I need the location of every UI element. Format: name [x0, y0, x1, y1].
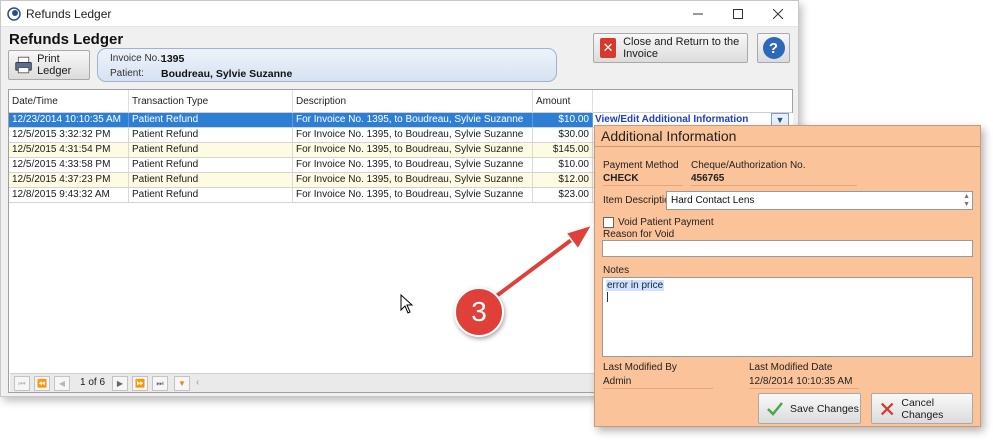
last-modified-by-label: Last Modified By — [603, 362, 677, 373]
mouse-cursor-icon — [400, 294, 414, 314]
column-header-amount[interactable]: Amount — [533, 90, 593, 113]
cell-amount: $23.00 — [533, 188, 593, 202]
close-window-button[interactable] — [758, 1, 798, 27]
invoice-number-value: 1395 — [161, 53, 185, 65]
last-modified-date-label: Last Modified Date — [749, 362, 833, 373]
column-header-datetime[interactable]: Date/Time — [9, 90, 129, 113]
divider — [603, 388, 713, 389]
prev-page-button[interactable]: ◀ — [54, 376, 70, 391]
text-caret — [607, 292, 608, 302]
divider — [749, 388, 859, 389]
minimize-icon — [693, 13, 703, 15]
column-header-transaction-type[interactable]: Transaction Type — [129, 90, 293, 113]
printer-icon — [15, 56, 32, 74]
page-title: Refunds Ledger — [9, 31, 124, 48]
payment-method-value: CHECK — [603, 173, 639, 184]
cancel-changes-label: Cancel Changes — [901, 396, 944, 421]
reason-for-void-label: Reason for Void — [603, 229, 675, 240]
invoice-info-panel: Invoice No.: 1395 Patient: Boudreau, Syl… — [97, 48, 557, 82]
cell-transaction-type: Patient Refund — [129, 143, 293, 157]
payment-method-label: Payment Method — [603, 160, 679, 171]
reason-for-void-field[interactable] — [602, 240, 973, 257]
cell-description: For Invoice No. 1395, to Boudreau, Sylvi… — [293, 113, 533, 127]
cell-description: For Invoice No. 1395, to Boudreau, Sylvi… — [293, 188, 533, 202]
additional-information-panel: Additional Information Payment Method CH… — [594, 125, 981, 427]
last-modified-date-value: 12/8/2014 10:10:35 AM — [749, 376, 853, 387]
cell-description: For Invoice No. 1395, to Boudreau, Sylvi… — [293, 158, 533, 172]
item-description-label: Item Description — [603, 195, 676, 206]
save-changes-label: Save Changes — [790, 402, 859, 415]
item-description-value: Hard Contact Lens — [671, 195, 755, 206]
void-payment-label: Void Patient Payment — [618, 217, 714, 228]
popup-title: Additional Information — [601, 128, 737, 144]
invoice-number-label: Invoice No.: — [110, 53, 163, 64]
notes-value: error in price — [606, 280, 665, 291]
prev-group-button[interactable]: ⏪ — [34, 376, 50, 391]
title-bar: Refunds Ledger — [1, 1, 798, 27]
divider — [595, 146, 980, 147]
cell-datetime: 12/23/2014 10:10:35 AM — [9, 113, 129, 127]
close-x-icon: ✕ — [600, 38, 617, 58]
cancel-x-icon — [880, 402, 894, 415]
help-icon: ? — [762, 37, 785, 59]
cell-transaction-type: Patient Refund — [129, 113, 293, 127]
filter-icon[interactable]: ▼ — [174, 376, 190, 391]
window-title: Refunds Ledger — [26, 7, 112, 21]
scroll-left-icon[interactable]: ‹ — [196, 377, 199, 388]
app-icon — [7, 7, 21, 21]
cell-description: For Invoice No. 1395, to Boudreau, Sylvi… — [293, 143, 533, 157]
cell-amount: $10.00 — [533, 113, 593, 127]
cell-datetime: 12/5/2015 4:33:58 PM — [9, 158, 129, 172]
save-changes-button[interactable]: Save Changes — [758, 393, 861, 424]
print-ledger-button[interactable]: Print Ledger — [8, 50, 90, 80]
cancel-changes-button[interactable]: Cancel Changes — [871, 393, 973, 424]
minimize-button[interactable] — [678, 1, 718, 27]
spinner-icon[interactable]: ▲ ▼ — [963, 193, 970, 209]
column-header-description[interactable]: Description — [293, 90, 533, 113]
cell-transaction-type: Patient Refund — [129, 173, 293, 187]
cell-description: For Invoice No. 1395, to Boudreau, Sylvi… — [293, 128, 533, 142]
notes-field[interactable]: error in price — [602, 277, 973, 357]
cheque-number-value: 456765 — [691, 173, 725, 184]
step-number-badge: 3 — [454, 287, 504, 337]
cell-transaction-type: Patient Refund — [129, 158, 293, 172]
page-indicator: 1 of 6 — [80, 377, 106, 388]
cell-transaction-type: Patient Refund — [129, 128, 293, 142]
cell-amount: $30.00 — [533, 128, 593, 142]
help-button[interactable]: ? — [757, 33, 790, 63]
close-icon — [773, 9, 783, 19]
view-edit-label: View/Edit Additional Information — [595, 114, 749, 125]
divider — [603, 185, 683, 186]
cell-description: For Invoice No. 1395, to Boudreau, Sylvi… — [293, 173, 533, 187]
last-page-button[interactable]: ⏭ — [152, 376, 168, 391]
grid-pager: ⏮ ⏪ ◀ 1 of 6 ▶ ⏩ ⏭ ▼ ‹ — [10, 373, 598, 392]
cell-datetime: 12/8/2015 9:43:32 AM — [9, 188, 129, 202]
grid-header: Date/Time Transaction Type Description A… — [9, 90, 792, 113]
close-and-return-button[interactable]: ✕ Close and Return to the Invoice — [593, 33, 748, 63]
maximize-button[interactable] — [718, 1, 758, 27]
item-description-field[interactable]: Hard Contact Lens ▲ ▼ — [666, 191, 973, 210]
cell-amount: $12.00 — [533, 173, 593, 187]
cell-amount: $10.00 — [533, 158, 593, 172]
maximize-icon — [733, 9, 743, 19]
next-group-button[interactable]: ⏩ — [132, 376, 148, 391]
close-and-return-label: Close and Return to the Invoice — [623, 36, 740, 60]
notes-label: Notes — [603, 265, 630, 276]
cell-amount: $145.00 — [533, 143, 593, 157]
checkmark-icon — [767, 401, 783, 416]
print-ledger-label: Print Ledger — [37, 53, 72, 77]
cell-datetime: 12/5/2015 4:31:54 PM — [9, 143, 129, 157]
cell-datetime: 12/5/2015 3:32:32 PM — [9, 128, 129, 142]
patient-value: Boudreau, Sylvie Suzanne — [161, 68, 293, 80]
next-page-button[interactable]: ▶ — [112, 376, 128, 391]
cell-datetime: 12/5/2015 4:37:23 PM — [9, 173, 129, 187]
cell-transaction-type: Patient Refund — [129, 188, 293, 202]
last-modified-by-value: Admin — [603, 376, 632, 387]
patient-label: Patient: — [110, 68, 144, 79]
first-page-button[interactable]: ⏮ — [14, 376, 30, 391]
void-payment-checkbox[interactable] — [603, 217, 614, 228]
cheque-number-label: Cheque/Authorization No. — [691, 160, 806, 171]
divider — [691, 185, 857, 186]
